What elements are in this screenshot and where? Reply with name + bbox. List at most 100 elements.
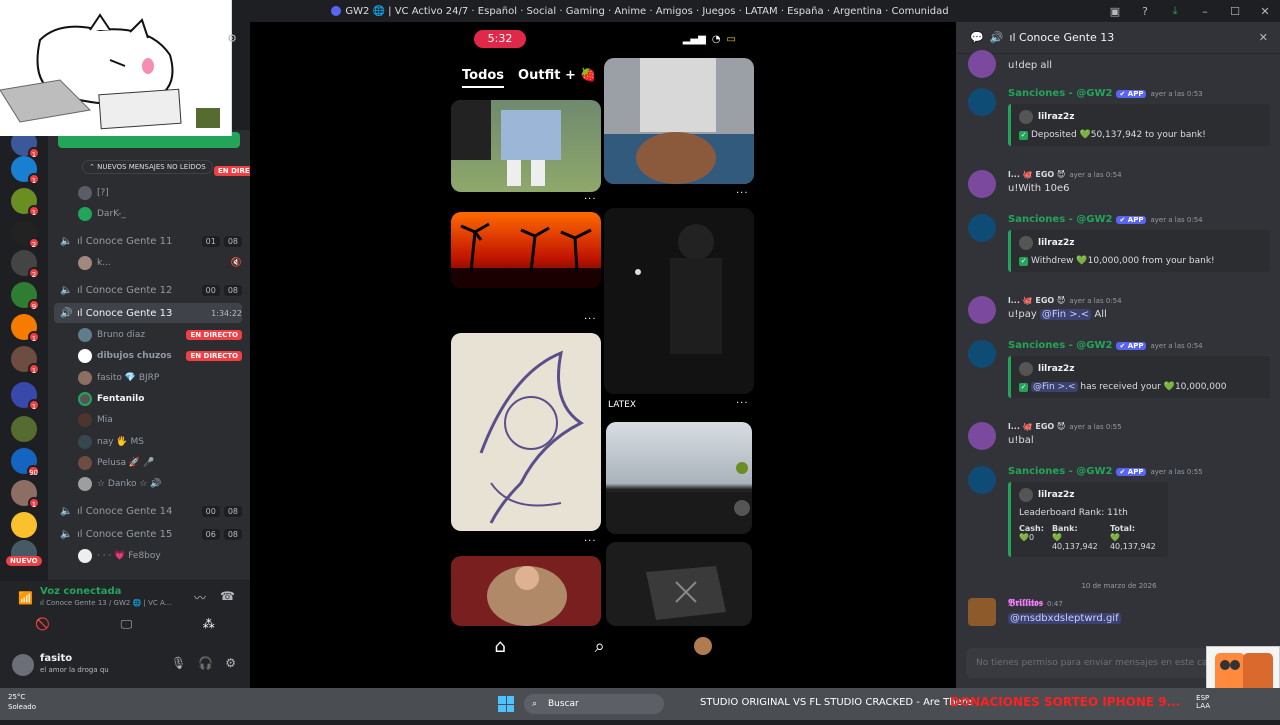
- avatar[interactable]: [968, 340, 996, 368]
- more-options-icon[interactable]: ···: [736, 398, 749, 409]
- voice-channel-13[interactable]: 🔊 ıl Conoce Gente 13 1:34:22: [54, 303, 242, 323]
- author-name[interactable]: Sanciones - @GW2: [1008, 340, 1112, 351]
- server-icon[interactable]: 2: [11, 250, 40, 279]
- server-icon[interactable]: 1: [11, 346, 40, 375]
- server-icon[interactable]: 1: [11, 188, 40, 217]
- author-name[interactable]: l... 🐙 EGO 😈: [1008, 296, 1065, 305]
- user-mention[interactable]: @Fin >.<: [1039, 309, 1092, 320]
- voice-user[interactable]: nay 🖐 MS: [78, 432, 242, 452]
- avatar[interactable]: [968, 466, 996, 494]
- tab-todos[interactable]: Todos: [462, 68, 505, 88]
- pin-image[interactable]: [604, 208, 754, 394]
- voice-user[interactable]: DarK-_: [78, 204, 242, 224]
- voice-channel-15[interactable]: 🔈 ıl Conoce Gente 15 06 08: [54, 524, 242, 544]
- maximize-button[interactable]: ☐: [1220, 5, 1250, 18]
- more-options-icon[interactable]: ···: [736, 188, 749, 199]
- server-icon-gw2[interactable]: 1: [11, 382, 40, 411]
- server-icon[interactable]: 90: [11, 448, 40, 477]
- minimize-button[interactable]: –: [1190, 5, 1220, 18]
- pin-image[interactable]: [451, 212, 601, 288]
- server-icon[interactable]: 1: [11, 156, 40, 185]
- author-name[interactable]: Sanciones - @GW2: [1008, 88, 1112, 99]
- server-icon[interactable]: [11, 416, 37, 442]
- windows-start-icon[interactable]: [498, 696, 514, 712]
- more-options-icon[interactable]: ···: [584, 194, 597, 205]
- taskbar-search[interactable]: ⌕ Buscar: [524, 694, 664, 714]
- speaker-icon: 🔊: [60, 307, 73, 319]
- noise-suppression-icon[interactable]: 〰: [194, 589, 206, 606]
- server-icon[interactable]: 2: [11, 220, 40, 249]
- phone-clock: 5:32: [474, 30, 526, 48]
- more-options-icon[interactable]: ···: [584, 314, 597, 325]
- voice-user[interactable]: Mia: [78, 410, 242, 430]
- voice-channel-path[interactable]: ıl Conoce Gente 13 / GW2 🌐 | VC A...: [40, 599, 171, 607]
- avatar[interactable]: [968, 422, 996, 450]
- close-icon[interactable]: ✕: [1259, 31, 1268, 44]
- voice-user[interactable]: [?]: [78, 183, 242, 203]
- language-indicator[interactable]: ESP LAA: [1196, 694, 1210, 710]
- screen-share-icon[interactable]: 🖵: [121, 617, 133, 632]
- pin-image[interactable]: [604, 58, 754, 184]
- profile-avatar[interactable]: [693, 637, 712, 655]
- avatar[interactable]: [968, 88, 996, 116]
- user-avatar[interactable]: [12, 654, 34, 676]
- gif-link[interactable]: @msdbxdsleptwrd.gif: [1008, 613, 1121, 624]
- author-name[interactable]: Sanciones - @GW2: [1008, 466, 1112, 477]
- author-name[interactable]: 𝕭𝖗𝖎𝖑𝖑𝖎𝖙𝖔𝖘: [1008, 598, 1043, 609]
- disconnect-icon[interactable]: ☎: [220, 589, 235, 603]
- avatar[interactable]: [968, 598, 996, 626]
- author-name[interactable]: Sanciones - @GW2: [1008, 214, 1112, 225]
- voice-user[interactable]: Pelusa 🚀 🎤: [78, 453, 242, 473]
- pin-image[interactable]: [606, 542, 752, 626]
- avatar: [78, 477, 92, 491]
- inbox-icon[interactable]: ▣: [1100, 5, 1130, 18]
- weather-widget[interactable]: 25°C Soleado: [8, 692, 36, 712]
- help-icon[interactable]: ?: [1130, 5, 1160, 18]
- avatar[interactable]: [968, 214, 996, 242]
- server-icon[interactable]: 9: [11, 282, 40, 311]
- voice-status-title[interactable]: Voz conectada: [40, 586, 121, 597]
- voice-user[interactable]: · · · 💗 Fe8boy: [78, 546, 242, 566]
- activities-icon[interactable]: ⁂: [203, 617, 215, 632]
- camera-off-icon[interactable]: 🚫: [35, 617, 50, 632]
- pin-image[interactable]: [606, 422, 752, 534]
- home-icon[interactable]: ⌂: [494, 636, 505, 657]
- author-name[interactable]: l... 🐙 EGO 😈: [1008, 422, 1065, 431]
- server-icon[interactable]: 1: [11, 480, 40, 509]
- voice-channel-11[interactable]: 🔈 ıl Conoce Gente 11 01 08: [54, 231, 242, 251]
- avatar[interactable]: [968, 296, 996, 324]
- user-count: 00 08: [201, 284, 242, 296]
- more-options-icon[interactable]: ···: [584, 536, 597, 547]
- voice-user[interactable]: ☆ Danko ☆ 🔊: [78, 474, 242, 494]
- settings-icon[interactable]: ⚙: [225, 656, 236, 670]
- voice-user-speaking[interactable]: Fentanilo: [78, 389, 242, 409]
- user-name[interactable]: fasito: [40, 653, 72, 664]
- voice-user[interactable]: k... 🔇: [78, 253, 242, 273]
- author-name[interactable]: l... 🐙 EGO 😈: [1008, 170, 1065, 179]
- voice-user[interactable]: fasito 💎 BJRP: [78, 368, 242, 388]
- microphone-icon[interactable]: 🎙: [171, 656, 186, 670]
- server-icon[interactable]: [11, 512, 37, 538]
- voice-channel-12[interactable]: 🔈 ıl Conoce Gente 12 00 08: [54, 280, 242, 300]
- user-mention[interactable]: @Fin >.<: [1031, 382, 1078, 392]
- avatar[interactable]: [968, 170, 996, 198]
- unread-messages-pill[interactable]: ⌃ NUEVOS MENSAJES NO LEÍDOS: [82, 160, 213, 174]
- voice-connection-panel: 📶 Voz conectada ıl Conoce Gente 13 / GW2…: [0, 580, 250, 644]
- close-window-button[interactable]: ✕: [1250, 5, 1280, 18]
- search-icon[interactable]: ⌕: [595, 636, 605, 657]
- server-icon[interactable]: 1: [11, 314, 40, 343]
- headphones-icon[interactable]: 🎧: [198, 656, 213, 670]
- stream-viewer[interactable]: 5:32 ▂▄▆ ◔ ▭ Todos Outfit + 🍓 ··· ··· ··…: [250, 22, 956, 688]
- tab-outfit[interactable]: Outfit + 🍓: [518, 68, 597, 88]
- new-servers-badge[interactable]: NUEVO: [6, 556, 42, 566]
- settings-gear-icon[interactable]: ⚙: [227, 32, 237, 45]
- avatar: [78, 328, 92, 342]
- voice-user[interactable]: Bruno diaz EN DIRECTO: [78, 325, 242, 345]
- user-name: k...: [97, 258, 111, 268]
- download-icon[interactable]: ⤓: [1160, 4, 1190, 18]
- voice-user[interactable]: 𝗱𝗶𝗯𝘂𝗷𝗼𝘀 𝗰𝗵𝘂𝘇𝗼𝘀 EN DIRECTO: [78, 346, 242, 366]
- voice-channel-14[interactable]: 🔈 ıl Conoce Gente 14 00 08: [54, 501, 242, 521]
- pin-image[interactable]: [451, 556, 601, 626]
- pin-image[interactable]: [451, 100, 601, 192]
- pin-image[interactable]: [451, 333, 601, 531]
